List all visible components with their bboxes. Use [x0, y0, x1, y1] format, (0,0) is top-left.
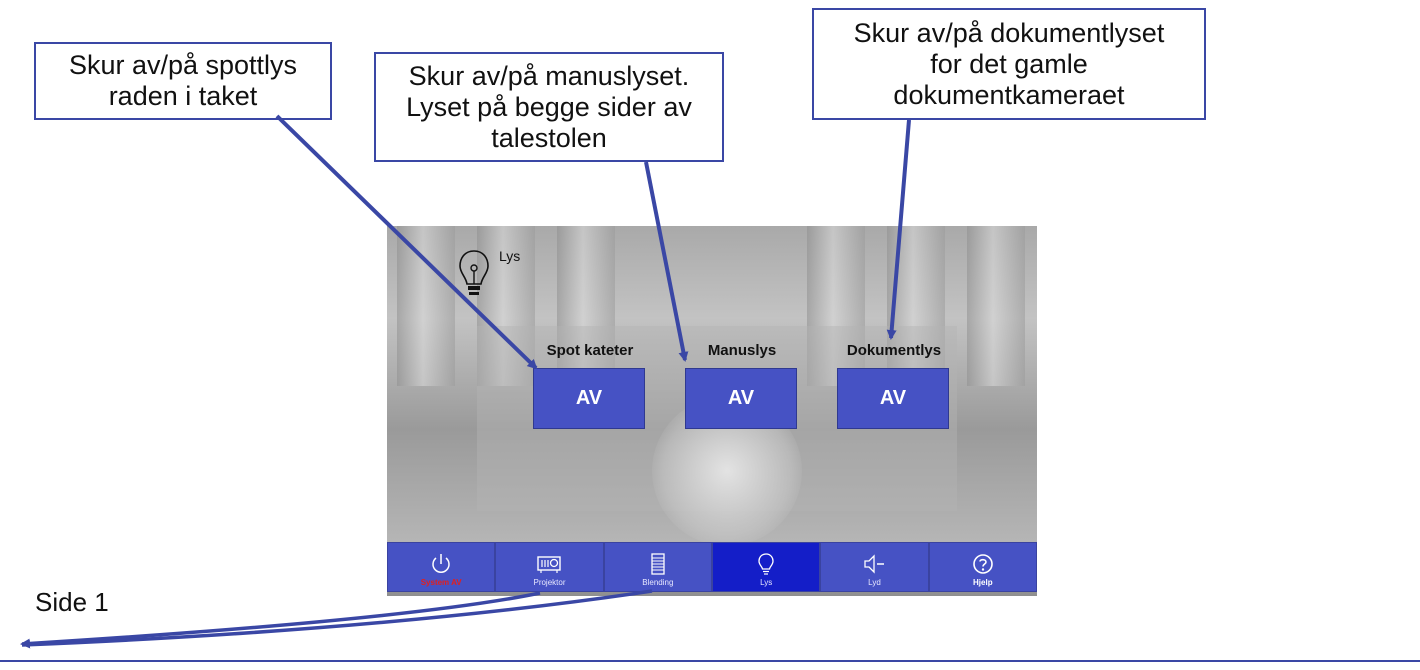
divider — [0, 660, 1420, 662]
nav-hjelp[interactable]: Hjelp — [928, 542, 1037, 592]
speaker-icon — [864, 554, 885, 574]
label-manuslys: Manuslys — [707, 342, 777, 359]
bulb-icon — [758, 553, 774, 575]
nav-blending[interactable]: Blending — [603, 542, 712, 592]
nav-lys[interactable]: Lys — [711, 542, 821, 592]
label-spot-kateter: Spot kateter — [546, 342, 634, 359]
nav-projektor[interactable]: Projektor — [495, 542, 604, 592]
bulb-icon — [459, 250, 489, 295]
background-column — [967, 226, 1025, 386]
callout-manus: Skur av/på manuslyset. Lyset på begge si… — [374, 52, 724, 162]
dokumentlys-toggle-button[interactable]: AV — [837, 368, 949, 429]
power-icon — [432, 554, 450, 573]
nav-lyd[interactable]: Lyd — [820, 542, 929, 592]
blinds-icon — [651, 553, 665, 575]
touch-panel: Lys Spot kateter AV Manuslys AV Dokument… — [387, 226, 1037, 596]
callout-spot: Skur av/på spottlys raden i taket — [34, 42, 332, 120]
projector-icon — [537, 556, 562, 573]
help-icon — [972, 554, 993, 574]
nav-system-av[interactable]: System AV — [387, 542, 496, 592]
page-title: Lys — [499, 248, 521, 264]
bottom-nav: System AV Projektor Blending Lys Lyd Hje… — [387, 542, 1037, 592]
arrow-blending-to-side — [21, 589, 653, 647]
manuslys-toggle-button[interactable]: AV — [685, 368, 797, 429]
side-label: Side 1 — [35, 587, 109, 617]
callout-dokument: Skur av/på dokumentlyset for det gamle d… — [812, 8, 1206, 120]
spot-kateter-toggle-button[interactable]: AV — [533, 368, 645, 429]
background-column — [397, 226, 455, 386]
label-dokumentlys: Dokumentlys — [846, 342, 942, 359]
